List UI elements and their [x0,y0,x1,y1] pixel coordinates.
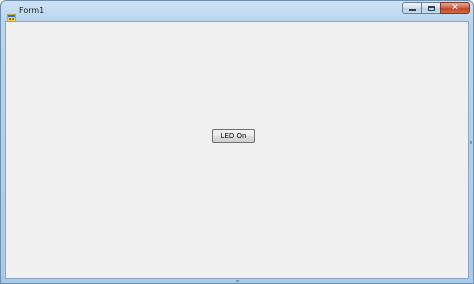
resize-grip-bottom[interactable] [236,280,239,282]
maximize-button[interactable] [421,2,441,14]
app-window: Form1 ✕ LED On [0,0,474,284]
resize-grip-right[interactable] [470,141,472,144]
form-client-area: LED On [5,21,469,279]
window-title: Form1 [19,6,45,15]
title-bar[interactable]: Form1 ✕ [1,1,473,23]
led-on-button[interactable]: LED On [212,129,255,143]
minimize-button[interactable] [402,2,422,14]
close-icon: ✕ [451,2,459,13]
minimize-icon [408,8,416,11]
windows-form-icon[interactable] [6,7,17,23]
maximize-icon [427,5,435,11]
close-button[interactable]: ✕ [440,2,470,14]
caption-buttons: ✕ [402,2,470,16]
